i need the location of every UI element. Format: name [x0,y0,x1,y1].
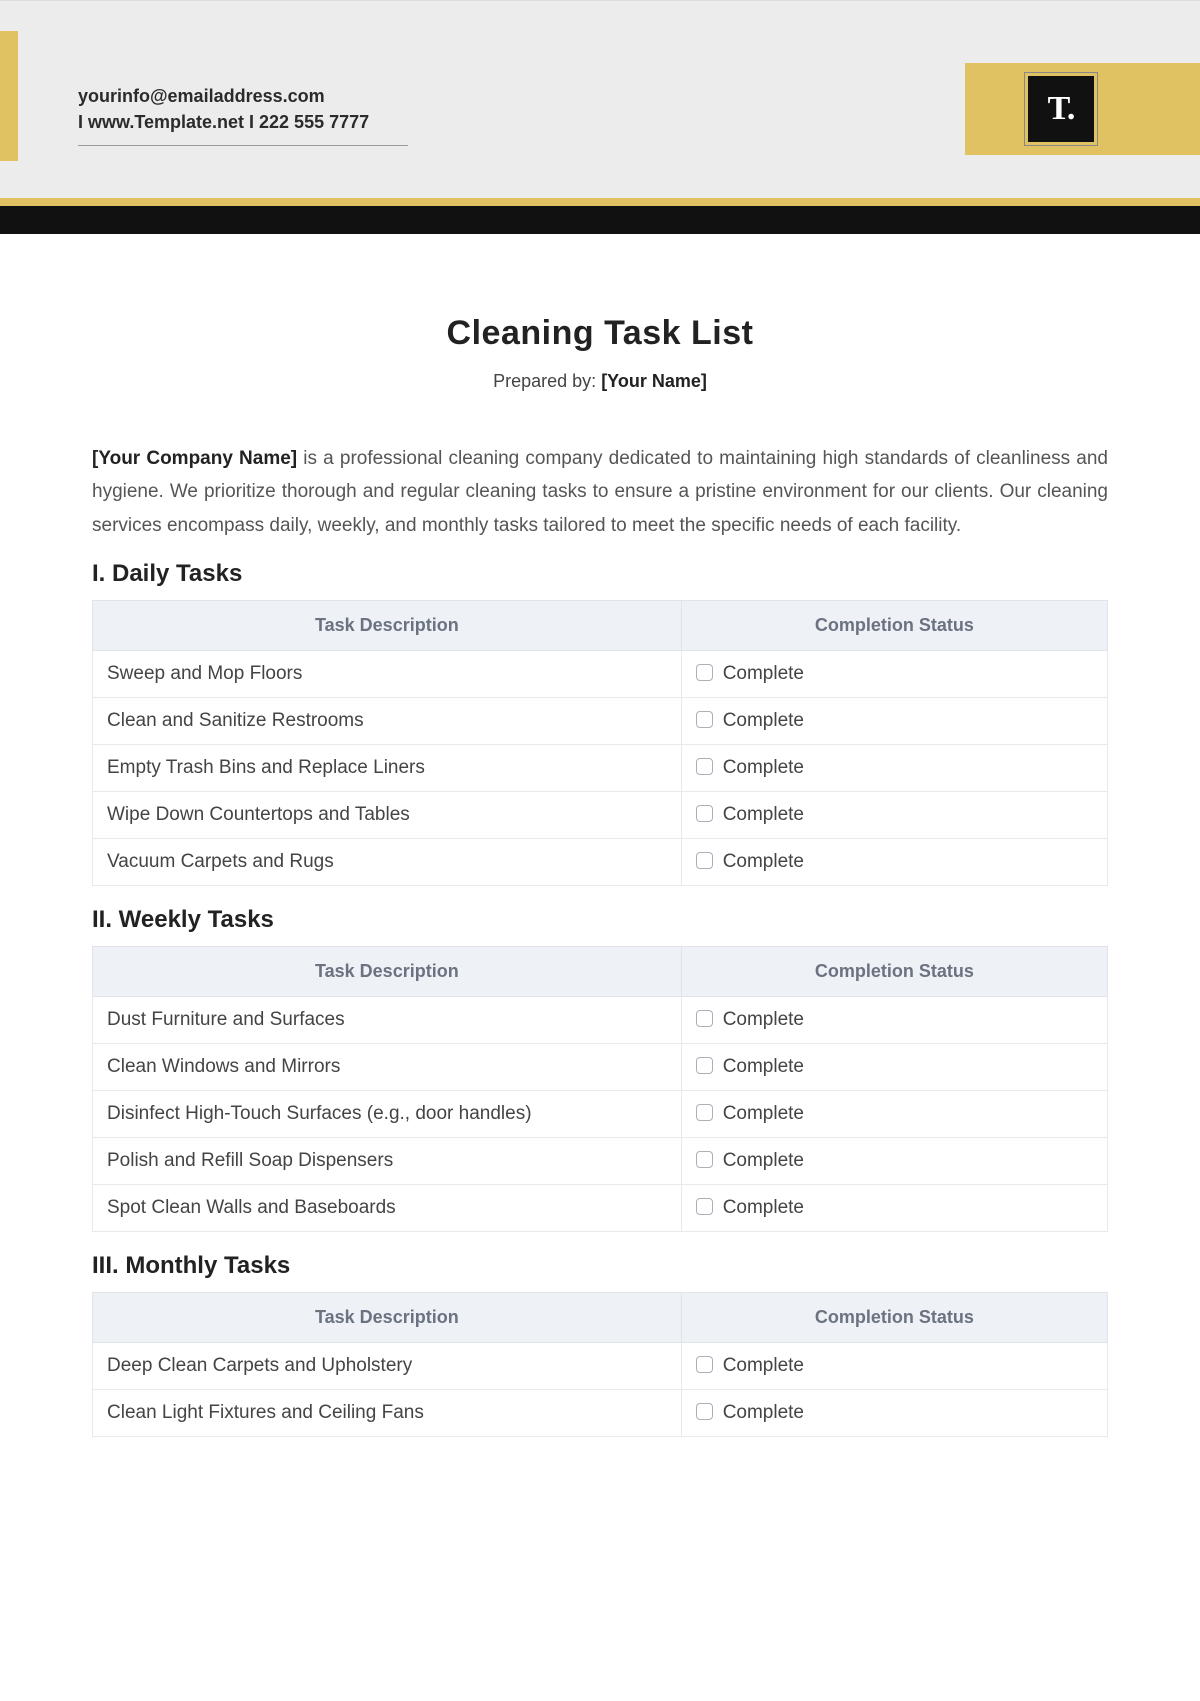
logo-band: T. [965,63,1200,155]
task-description: Clean Light Fixtures and Ceiling Fans [93,1389,682,1436]
prepared-by: Prepared by: [Your Name] [92,371,1108,392]
col-status-header: Completion Status [681,946,1107,996]
task-description: Disinfect High-Touch Surfaces (e.g., doo… [93,1090,682,1137]
complete-label: Complete [723,1197,804,1218]
task-status-cell: Complete [681,744,1107,791]
prepared-by-value: [Your Name] [601,371,707,391]
header-banner: yourinfo@emailaddress.com I www.Template… [0,0,1200,198]
col-status-header: Completion Status [681,600,1107,650]
table-row: Vacuum Carpets and Rugs Complete [93,838,1108,885]
complete-label: Complete [723,1056,804,1077]
task-description: Vacuum Carpets and Rugs [93,838,682,885]
table-row: Deep Clean Carpets and Upholstery Complet… [93,1342,1108,1389]
task-status-cell: Complete [681,791,1107,838]
col-task-header: Task Description [93,1292,682,1342]
task-description: Wipe Down Countertops and Tables [93,791,682,838]
checkbox-icon[interactable] [696,1010,713,1027]
task-status-cell: Complete [681,1389,1107,1436]
table-row: Clean Light Fixtures and Ceiling Fans Com… [93,1389,1108,1436]
complete-label: Complete [723,1009,804,1030]
complete-label: Complete [723,851,804,872]
table-row: Sweep and Mop Floors Complete [93,650,1108,697]
checkbox-icon[interactable] [696,1356,713,1373]
task-table: Task DescriptionCompletion StatusDust Fu… [92,946,1108,1232]
table-row: Spot Clean Walls and Baseboards Complete [93,1184,1108,1231]
table-row: Dust Furniture and Surfaces Complete [93,996,1108,1043]
task-status-cell: Complete [681,1090,1107,1137]
task-status-cell: Complete [681,1342,1107,1389]
checkbox-icon[interactable] [696,1057,713,1074]
task-description: Clean Windows and Mirrors [93,1043,682,1090]
email-text: yourinfo@emailaddress.com [78,83,408,109]
gold-bar [0,198,1200,206]
section-heading: I. Daily Tasks [92,560,1108,588]
contact-info: yourinfo@emailaddress.com I www.Template… [78,83,408,146]
task-status-cell: Complete [681,1043,1107,1090]
task-description: Spot Clean Walls and Baseboards [93,1184,682,1231]
checkbox-icon[interactable] [696,711,713,728]
prepared-by-label: Prepared by: [493,371,596,391]
complete-label: Complete [723,1355,804,1376]
table-row: Clean and Sanitize Restrooms Complete [93,697,1108,744]
complete-label: Complete [723,710,804,731]
section-heading: II. Weekly Tasks [92,906,1108,934]
section-heading: III. Monthly Tasks [92,1252,1108,1280]
task-description: Empty Trash Bins and Replace Liners [93,744,682,791]
black-bar [0,206,1200,234]
logo-text: T. [1048,90,1075,128]
task-status-cell: Complete [681,1184,1107,1231]
col-task-header: Task Description [93,946,682,996]
checkbox-icon[interactable] [696,758,713,775]
table-row: Empty Trash Bins and Replace Liners Compl… [93,744,1108,791]
checkbox-icon[interactable] [696,1403,713,1420]
checkbox-icon[interactable] [696,852,713,869]
task-description: Dust Furniture and Surfaces [93,996,682,1043]
task-status-cell: Complete [681,697,1107,744]
contact-line: I www.Template.net I 222 555 7777 [78,109,408,135]
task-description: Polish and Refill Soap Dispensers [93,1137,682,1184]
col-task-header: Task Description [93,600,682,650]
task-status-cell: Complete [681,838,1107,885]
checkbox-icon[interactable] [696,1198,713,1215]
task-description: Deep Clean Carpets and Upholstery [93,1342,682,1389]
complete-label: Complete [723,1150,804,1171]
checkbox-icon[interactable] [696,1151,713,1168]
complete-label: Complete [723,804,804,825]
complete-label: Complete [723,1103,804,1124]
task-table: Task DescriptionCompletion StatusSweep a… [92,600,1108,886]
task-status-cell: Complete [681,650,1107,697]
complete-label: Complete [723,663,804,684]
table-row: Polish and Refill Soap Dispensers Complet… [93,1137,1108,1184]
checkbox-icon[interactable] [696,664,713,681]
task-description: Clean and Sanitize Restrooms [93,697,682,744]
task-status-cell: Complete [681,1137,1107,1184]
complete-label: Complete [723,1402,804,1423]
task-table: Task DescriptionCompletion StatusDeep Cl… [92,1292,1108,1437]
col-status-header: Completion Status [681,1292,1107,1342]
divider-line [78,145,408,146]
page-title: Cleaning Task List [92,314,1108,353]
checkbox-icon[interactable] [696,1104,713,1121]
checkbox-icon[interactable] [696,805,713,822]
table-row: Clean Windows and Mirrors Complete [93,1043,1108,1090]
complete-label: Complete [723,757,804,778]
task-description: Sweep and Mop Floors [93,650,682,697]
intro-company: [Your Company Name] [92,448,297,469]
accent-tab [0,31,18,161]
page-body: Cleaning Task List Prepared by: [Your Na… [0,234,1200,1437]
intro-paragraph: [Your Company Name] is a professional cl… [92,442,1108,542]
table-row: Disinfect High-Touch Surfaces (e.g., doo… [93,1090,1108,1137]
logo-badge: T. [1025,73,1097,145]
table-row: Wipe Down Countertops and Tables Complete [93,791,1108,838]
task-status-cell: Complete [681,996,1107,1043]
